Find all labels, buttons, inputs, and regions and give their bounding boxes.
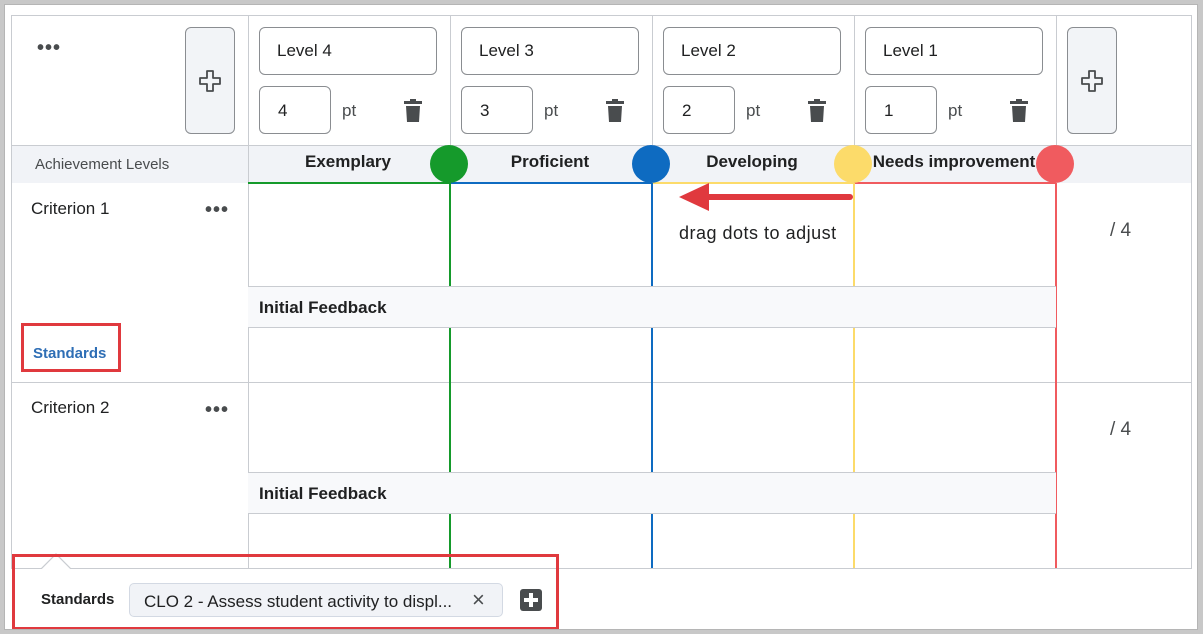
annotation-arrow-icon [679,183,853,211]
level-2-name-input[interactable]: Level 2 [663,27,841,75]
highlight-box [12,554,559,629]
level-2-points-input[interactable]: 2 [663,86,735,134]
level-1-points-input[interactable]: 1 [865,86,937,134]
level-1-label: Needs improvement [872,152,1036,171]
level-3-drag-dot[interactable] [632,145,670,183]
level-1-points-unit: pt [948,101,963,120]
level-1-drag-dot[interactable] [1036,145,1074,183]
level-4-drag-dot[interactable] [430,145,468,183]
annotation-text: drag dots to adjust [679,223,837,243]
criterion-1-feedback-band: Initial Feedback [248,286,1056,328]
level-2-points-unit: pt [746,101,761,120]
level-2-drag-dot[interactable] [834,145,872,183]
criterion-2-feedback-band: Initial Feedback [248,472,1056,514]
achievement-levels-label: Achievement Levels [35,156,170,173]
trash-icon[interactable] [1009,99,1029,123]
criterion-2-name[interactable]: Criterion 2 [31,398,109,418]
trash-icon[interactable] [807,99,827,123]
level-4-points-input[interactable]: 4 [259,86,331,134]
criterion-1-name[interactable]: Criterion 1 [31,199,109,219]
criterion-2-score: / 4 [1110,419,1132,440]
criterion-1-more-button[interactable]: ••• [205,200,229,220]
criterion-2-more-button[interactable]: ••• [205,400,229,420]
level-1-name-input[interactable]: Level 1 [865,27,1043,75]
level-3-points-input[interactable]: 3 [461,86,533,134]
level-2-label: Developing [706,152,798,171]
level-3-label: Proficient [510,152,590,171]
trash-icon[interactable] [605,99,625,123]
level-3-name-input[interactable]: Level 3 [461,27,639,75]
add-level-left-button[interactable] [185,27,235,134]
add-plus-icon [1081,69,1103,92]
level-4-points-unit: pt [342,101,357,120]
rubric-more-options-button[interactable]: ••• [37,38,61,58]
rubric-editor: ••• Level 4 4 pt Level 3 3 pt Level 2 2 … [4,4,1198,630]
criterion-1-score: / 4 [1110,220,1132,241]
level-4-label: Exemplary [305,152,391,171]
level-3-points-unit: pt [544,101,559,120]
highlight-box [21,323,121,372]
add-plus-icon [199,69,221,92]
trash-icon[interactable] [403,99,423,123]
criterion-1-feedback-label: Initial Feedback [259,298,387,317]
criterion-2-feedback-label: Initial Feedback [259,484,387,503]
level-4-name-input[interactable]: Level 4 [259,27,437,75]
add-level-right-button[interactable] [1067,27,1117,134]
